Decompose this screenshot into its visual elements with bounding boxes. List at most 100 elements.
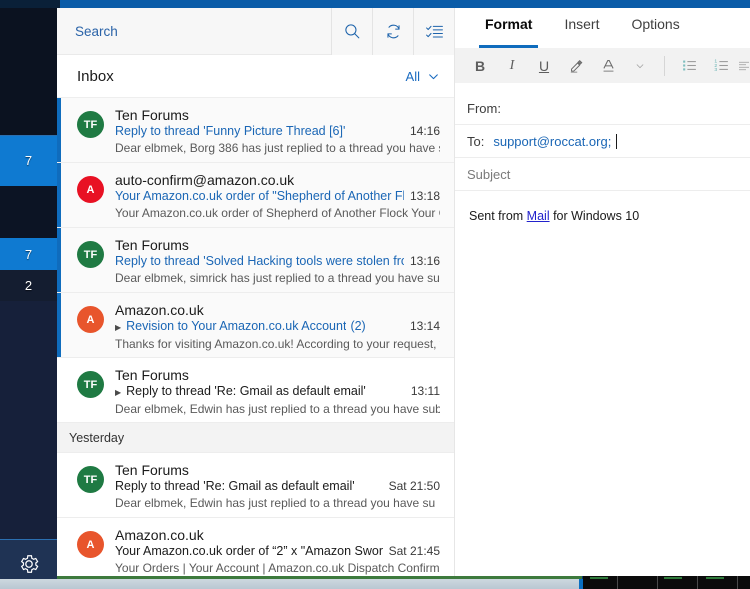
numbered-list-icon: 1 2 3 (714, 59, 728, 73)
unread-indicator (57, 228, 61, 292)
avatar: TF (77, 111, 104, 138)
highlight-icon (570, 59, 582, 73)
avatar-initials: A (86, 313, 95, 326)
compose-pane: Format Insert Options B I U 1 2 3 From: … (455, 8, 750, 576)
from-field-row[interactable]: From: (455, 92, 750, 125)
italic-icon: I (509, 57, 515, 73)
sync-button[interactable] (372, 7, 413, 55)
sender-name: auto-confirm@amazon.co.uk (115, 172, 295, 188)
taskbar-tile-blank-mid[interactable] (0, 186, 57, 238)
search-button[interactable] (331, 7, 372, 55)
sender-name: Ten Forums (115, 462, 189, 478)
selection-mode-button[interactable] (413, 7, 454, 55)
message-preview: Your Amazon.co.uk order of Shepherd of A… (115, 206, 440, 220)
sender-name: Amazon.co.uk (115, 527, 204, 543)
table-row[interactable]: TF Ten Forums Reply to thread 'Solved Ha… (57, 228, 454, 293)
sender-name: Ten Forums (115, 237, 189, 253)
signature-prefix: Sent from (469, 209, 527, 223)
taskbar-tile-notification-7a[interactable]: 7 (0, 135, 57, 186)
more-formatting-button[interactable] (625, 51, 655, 81)
desktop-top-left-corner (0, 0, 60, 8)
message-preview: Dear elbmek, Edwin has just replied to a… (115, 496, 436, 510)
avatar: A (77, 176, 104, 203)
tab-format[interactable]: Format (469, 8, 548, 48)
avatar-initials: A (86, 183, 95, 196)
avatar: TF (77, 241, 104, 268)
table-row[interactable]: A auto-confirm@amazon.co.uk Your Amazon.… (57, 163, 454, 228)
search-input[interactable]: Search (57, 8, 331, 54)
window-accent-green (706, 577, 724, 579)
underline-button[interactable]: U (529, 51, 559, 81)
taskbar-tile-blank-top[interactable] (0, 8, 57, 135)
bullet-list-icon (682, 60, 696, 71)
avatar-initials: TF (83, 473, 98, 486)
table-row[interactable]: TF Ten Forums Reply to thread 'Re: Gmail… (57, 453, 454, 518)
bold-button[interactable]: B (465, 51, 495, 81)
avatar: A (77, 306, 104, 333)
window-tick (657, 576, 658, 589)
message-preview: Dear elbmek, Edwin has just replied to a… (115, 402, 440, 416)
message-subject: Reply to thread 'Re: Gmail as default em… (126, 384, 366, 398)
message-content: Amazon.co.uk Your Amazon.co.uk order of … (115, 527, 442, 575)
chevron-down-icon (429, 73, 438, 79)
date-group-label: Yesterday (69, 430, 125, 445)
avatar: TF (77, 371, 104, 398)
window-tick (737, 576, 738, 589)
message-time: Sat 21:50 (388, 479, 440, 493)
table-row[interactable]: A Amazon.co.uk Your Amazon.co.uk order o… (57, 518, 454, 576)
gear-icon (20, 555, 38, 573)
table-row[interactable]: TF Ten Forums ▶ Reply to thread 'Re: Gma… (57, 358, 454, 423)
font-color-button[interactable] (593, 51, 623, 81)
window-tick (617, 576, 618, 589)
numbered-list-button[interactable]: 1 2 3 (706, 51, 736, 81)
sender-name: Ten Forums (115, 367, 189, 383)
tab-label: Insert (564, 16, 600, 32)
filter-dropdown[interactable]: All (406, 69, 440, 84)
message-preview: Your Orders | Your Account | Amazon.co.u… (115, 561, 440, 575)
table-row[interactable]: A Amazon.co.uk ▶ Revision to Your Amazon… (57, 293, 454, 358)
mail-app-window: Search Inbox All TF Ten Forums Reply to … (57, 7, 750, 576)
window-accent-green (664, 577, 682, 579)
message-preview: Dear elbmek, simrick has just replied to… (115, 271, 440, 285)
align-button[interactable] (738, 51, 750, 81)
to-recipient: support@roccat.org; (493, 133, 612, 149)
mail-app-link[interactable]: Mail (527, 209, 550, 223)
taskbar-tile-badge: 7 (24, 153, 33, 168)
italic-button[interactable]: I (497, 51, 527, 81)
message-preview: Thanks for visiting Amazon.co.uk! Accord… (115, 337, 440, 351)
to-label: To: (467, 133, 485, 149)
date-group-header: Yesterday (57, 423, 454, 453)
sender-name: Ten Forums (115, 107, 189, 123)
sender-name: Amazon.co.uk (115, 302, 204, 318)
avatar: A (77, 531, 104, 558)
subject-field-row[interactable]: Subject (455, 158, 750, 191)
sync-icon (386, 24, 400, 38)
align-icon (739, 61, 749, 71)
unread-indicator (57, 293, 61, 357)
message-list[interactable]: TF Ten Forums Reply to thread 'Funny Pic… (57, 98, 454, 576)
search-bar: Search (57, 7, 454, 55)
tab-label: Format (485, 16, 533, 32)
taskbar-tile-notification-2[interactable]: 2 (0, 270, 57, 301)
message-content: Ten Forums Reply to thread 'Solved Hacki… (115, 237, 442, 285)
message-time: 13:16 (409, 254, 440, 268)
font-color-icon (602, 60, 614, 72)
expand-conversation-icon[interactable]: ▶ (115, 322, 121, 334)
expand-conversation-icon[interactable]: ▶ (115, 387, 121, 399)
tab-insert[interactable]: Insert (548, 8, 615, 48)
table-row[interactable]: TF Ten Forums Reply to thread 'Funny Pic… (57, 98, 454, 163)
taskbar-tile-notification-7b[interactable]: 7 (0, 238, 57, 270)
avatar-initials: TF (83, 118, 98, 131)
tab-options[interactable]: Options (615, 8, 695, 48)
highlight-button[interactable] (561, 51, 591, 81)
message-subject: Reply to thread 'Solved Hacking tools we… (115, 254, 404, 268)
taskbar-tile-blank-bottom[interactable] (0, 301, 57, 539)
message-body-editor[interactable]: Sent from Mail for Windows 10 (455, 191, 750, 241)
message-content: Amazon.co.uk ▶ Revision to Your Amazon.c… (115, 302, 442, 351)
bold-icon: B (474, 57, 486, 74)
taskbar-divider (0, 539, 57, 540)
bullet-list-button[interactable] (674, 51, 704, 81)
message-time: 14:16 (409, 124, 440, 138)
inbox-header: Inbox All (57, 55, 454, 98)
to-field-row[interactable]: To: support@roccat.org; (455, 125, 750, 158)
